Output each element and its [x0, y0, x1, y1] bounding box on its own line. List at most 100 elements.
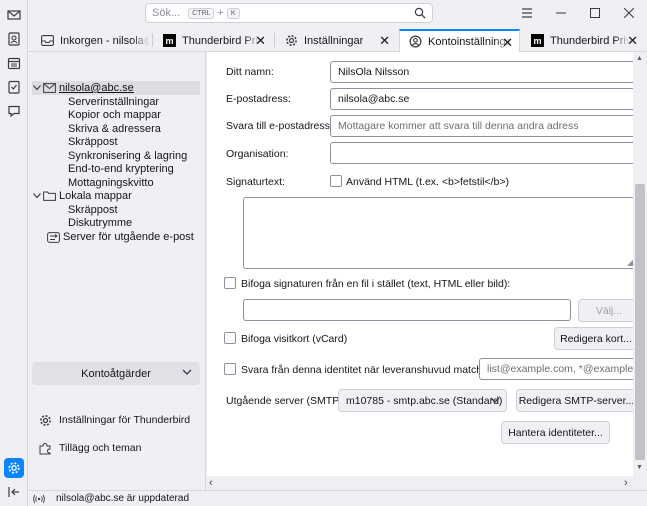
close-tab-icon[interactable]: ✕ — [379, 33, 390, 49]
close-window-icon[interactable] — [619, 3, 639, 23]
close-tab-icon[interactable]: ✕ — [255, 33, 266, 49]
tree-item-label: Synkronisering & lagring — [68, 150, 188, 162]
tasks-icon[interactable] — [4, 77, 24, 97]
search-placeholder: Sök... — [152, 7, 181, 19]
account-tree: nilsola@abc.se Serverinställningar Kopio… — [28, 52, 206, 490]
edit-smtp-button[interactable]: Redigera SMTP-server... — [516, 389, 633, 412]
account-label: nilsola@abc.se — [59, 82, 134, 94]
tree-item-receipts[interactable]: Mottagningskvitto — [68, 176, 154, 190]
reply-identity-label: Svara från denna identitet när leveransh… — [241, 364, 495, 376]
tree-item-label: Diskutrymme — [68, 217, 133, 229]
local-folders-label: Lokala mappar — [59, 190, 132, 202]
tab-bar: Inkorgen - nilsola@abc.se m Thunderbird … — [28, 27, 647, 52]
tree-item-label: Kopior och mappar — [68, 109, 161, 121]
title-bar: Sök... CTRL + K — [28, 0, 647, 27]
tab-privacy-2[interactable]: m Thunderbird Privacy ✕ — [522, 29, 644, 52]
mozilla-m-icon: m — [530, 34, 544, 48]
use-html-label: Använd HTML (t.ex. <b>fetstil</b>) — [346, 176, 510, 188]
tree-item-e2e-encryption[interactable]: End-to-end kryptering — [68, 162, 174, 176]
tree-item-composition[interactable]: Skriva & adressera — [68, 122, 161, 136]
tree-item-label: Skräppost — [68, 136, 118, 148]
tree-item-label: Mottagningskvitto — [68, 177, 154, 189]
organization-label: Organisation: — [226, 148, 289, 160]
address-book-icon[interactable] — [4, 29, 24, 49]
account-actions-button[interactable]: Kontoåtgärder — [32, 362, 200, 385]
reply-to-field[interactable]: Mottagare kommer att svara till denna an… — [330, 115, 633, 137]
tab-privacy-1[interactable]: m Thunderbird Privacy ✕ — [154, 29, 272, 52]
reply-identity-checkbox[interactable] — [224, 363, 236, 375]
tab-account-settings[interactable]: Kontoinställningar ✕ — [399, 29, 520, 52]
tree-item-junk[interactable]: Skräppost — [68, 135, 118, 149]
settings-gear-icon[interactable] — [4, 458, 24, 478]
signature-label: Signaturtext: — [226, 176, 285, 188]
tree-item-disk-space[interactable]: Diskutrymme — [68, 216, 132, 230]
name-label: Ditt namn: — [226, 66, 274, 78]
scroll-up-icon[interactable]: ▲ — [636, 55, 643, 62]
smtp-server-select[interactable]: m10785 - smtp.abc.se (Standard) — [338, 389, 507, 412]
folder-icon — [42, 190, 56, 202]
chevron-down-icon[interactable] — [32, 193, 42, 199]
chevron-down-icon[interactable] — [32, 85, 42, 91]
maximize-icon[interactable] — [585, 3, 605, 23]
scrollbar-thumb[interactable] — [635, 184, 645, 460]
vertical-scrollbar[interactable]: ▲ ▼ — [633, 52, 647, 476]
mail-icon[interactable] — [4, 5, 24, 25]
scroll-down-icon[interactable]: ▼ — [636, 464, 643, 471]
tree-item-local-junk[interactable]: Skräppost — [68, 203, 118, 217]
tab-separator — [152, 33, 153, 47]
chevron-down-icon — [182, 367, 192, 379]
thunderbird-settings-link[interactable]: Inställningar för Thunderbird — [38, 414, 190, 426]
chat-icon[interactable] — [4, 101, 24, 121]
tab-settings[interactable]: Inställningar ✕ — [276, 29, 396, 52]
online-status-icon[interactable] — [32, 493, 46, 505]
organization-field[interactable] — [330, 142, 633, 164]
use-html-checkbox[interactable] — [330, 175, 342, 187]
close-tab-icon[interactable]: ✕ — [627, 33, 638, 49]
tree-item-local-folders[interactable]: Lokala mappar — [32, 189, 132, 203]
signature-file-field[interactable] — [243, 299, 571, 321]
scroll-right-icon[interactable]: › — [624, 477, 628, 489]
attach-signature-checkbox[interactable] — [224, 277, 236, 289]
chevron-down-icon — [490, 395, 500, 407]
smtp-label: Utgående server (SMTP): — [226, 395, 346, 407]
svg-text:m: m — [165, 36, 173, 46]
gear-icon — [38, 414, 52, 426]
tab-separator — [274, 33, 275, 47]
collapse-spaces-icon[interactable] — [4, 482, 24, 502]
tree-item-sync-storage[interactable]: Synkronisering & lagring — [68, 149, 187, 163]
gear-icon — [284, 34, 298, 48]
tab-label: Thunderbird Privacy — [182, 34, 260, 47]
tree-item-copies-folders[interactable]: Kopior och mappar — [68, 108, 161, 122]
account-actions-label: Kontoåtgärder — [81, 367, 151, 380]
choose-file-button[interactable]: Välj... — [578, 299, 633, 322]
tab-inbox[interactable]: Inkorgen - nilsola@abc.se — [32, 29, 150, 52]
global-search-input[interactable]: Sök... CTRL + K — [145, 3, 433, 23]
shortcut-key-k: K — [226, 7, 240, 19]
addons-themes-link[interactable]: Tillägg och teman — [38, 442, 142, 454]
signature-textarea[interactable]: ◢ — [243, 197, 633, 269]
app-menu-icon[interactable] — [517, 3, 537, 23]
calendar-icon[interactable] — [4, 53, 24, 73]
tree-item-label: Skräppost — [68, 204, 118, 216]
puzzle-icon — [38, 442, 52, 454]
account-settings-icon — [408, 35, 422, 49]
attach-vcard-checkbox[interactable] — [224, 332, 236, 344]
reply-identity-field[interactable]: list@example.com, *@example.com — [479, 358, 633, 380]
tab-label: Thunderbird Privacy — [550, 34, 630, 47]
tree-item-account[interactable]: nilsola@abc.se — [32, 81, 200, 95]
spaces-toolbar — [0, 0, 28, 506]
minimize-icon[interactable] — [551, 3, 571, 23]
tree-item-server-settings[interactable]: Serverinställningar — [68, 95, 159, 109]
edit-card-button[interactable]: Redigera kort... — [554, 327, 633, 350]
horizontal-scrollbar[interactable]: ‹ › — [207, 476, 633, 490]
name-field[interactable]: NilsOla Nilsson — [330, 61, 633, 83]
scroll-left-icon[interactable]: ‹ — [209, 477, 213, 489]
manage-identities-button[interactable]: Hantera identiteter... — [501, 421, 610, 444]
shortcut-plus: + — [217, 7, 224, 19]
tree-item-outgoing-server[interactable]: Server för utgående e-post — [46, 230, 194, 244]
email-field[interactable]: nilsola@abc.se — [330, 88, 633, 110]
shortcut-key-ctrl: CTRL — [188, 7, 215, 19]
close-tab-icon[interactable]: ✕ — [502, 35, 513, 51]
status-text: nilsola@abc.se är uppdaterad — [56, 493, 190, 504]
smtp-server-value: m10785 - smtp.abc.se (Standard) — [346, 394, 503, 407]
